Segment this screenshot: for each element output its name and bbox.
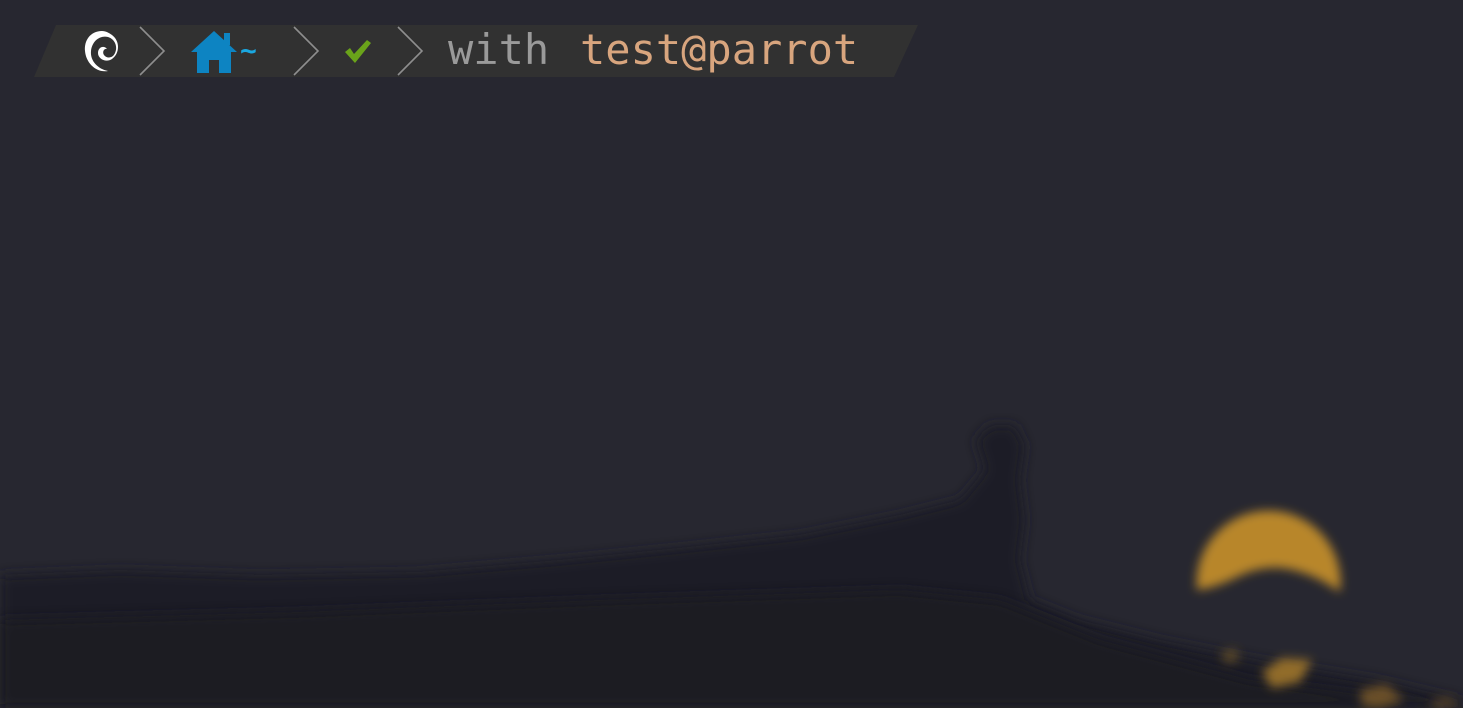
check-icon <box>345 40 371 63</box>
current-directory: ~ <box>240 34 257 67</box>
segment-separator <box>139 26 166 76</box>
prompt-user-host: test@parrot <box>580 25 859 74</box>
home-icon <box>191 31 237 73</box>
debian-swirl-icon <box>84 31 118 72</box>
segment-separator <box>293 26 320 76</box>
status-segment <box>342 25 372 77</box>
wallpaper <box>0 425 1463 708</box>
directory-segment <box>188 25 240 77</box>
shell-prompt: ~ with test@parrot <box>34 25 918 77</box>
os-segment <box>82 25 122 77</box>
terminal-window[interactable]: ~ with test@parrot <box>0 0 1463 708</box>
segment-separator <box>397 26 424 76</box>
moon-icon <box>1196 510 1341 592</box>
prompt-with-label: with <box>448 25 550 74</box>
